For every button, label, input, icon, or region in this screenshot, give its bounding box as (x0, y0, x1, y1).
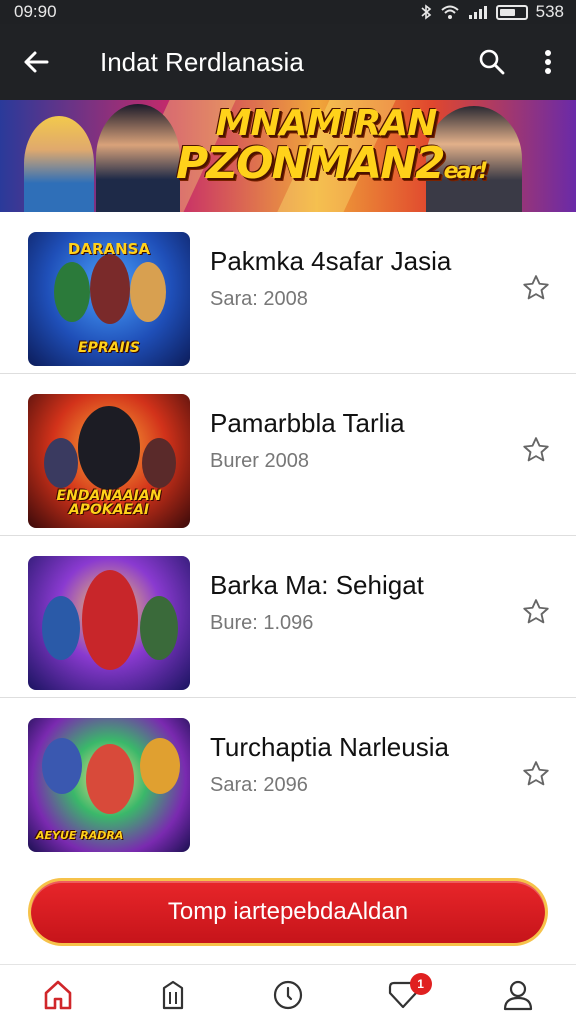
game-subtitle: Burer 2008 (210, 450, 309, 472)
more-button[interactable] (520, 24, 576, 100)
bluetooth-icon (421, 4, 431, 20)
game-subtitle: Sara: 2008 (210, 288, 308, 310)
game-title: Pamarbbla Tarlia (210, 408, 405, 438)
favorite-button[interactable] (518, 594, 554, 630)
arrow-left-icon (24, 51, 49, 73)
game-subtitle: Bure: 1.096 (210, 612, 314, 634)
search-icon (479, 49, 505, 75)
banner-title: MNAMIRAN PZONMAN2ear! (176, 103, 488, 186)
star-icon (523, 761, 549, 786)
thumb-hero (54, 262, 90, 322)
thumb-hero (140, 596, 178, 660)
thumb-hero (90, 254, 130, 324)
thumb-hero (44, 438, 78, 488)
status-icons: 538 (420, 2, 564, 22)
search-button[interactable] (464, 24, 520, 100)
home-icon (44, 980, 71, 1009)
screen: 09:90 538 Indat Rerdlanasia MNAMIRAN PZO… (0, 0, 576, 1024)
favorite-button[interactable] (518, 756, 554, 792)
thumb-hero (142, 438, 176, 488)
banner-hero-dark (96, 104, 180, 212)
page-title: Indat Rerdlanasia (100, 46, 304, 77)
banner-hero-blonde (24, 116, 94, 212)
library-icon (162, 980, 183, 1009)
wifi-icon (440, 5, 459, 19)
game-subtitle: Sara: 2096 (210, 774, 308, 796)
star-icon (523, 437, 549, 462)
battery-text: 538 (535, 2, 564, 21)
banner-line2: PZONMAN2ear! (176, 142, 488, 186)
cta-border: Tomp iartepebdaAldan (28, 878, 548, 946)
status-time: 09:90 (14, 2, 57, 21)
nav-item-profile[interactable] (461, 965, 576, 1024)
favorite-button[interactable] (518, 432, 554, 468)
thumb-top-text: DARANSA (67, 240, 151, 258)
nav-item-home[interactable] (0, 965, 115, 1024)
compass-icon (273, 980, 303, 1009)
notification-badge: 1 (409, 973, 432, 995)
list-item[interactable]: DARANSA EPRAIIS Pakmka 4safar Jasia Sara… (0, 212, 576, 374)
game-title: Barka Ma: Sehigat (210, 570, 424, 600)
thumb-hero (140, 738, 180, 794)
thumb-caption: AEYUE RADRA (36, 829, 124, 843)
list-item[interactable]: AEYUE RADRA Turchaptia Narleusia Sara: 2… (0, 698, 576, 860)
game-thumbnail: ENDANAAIAN APOKAEAI (28, 394, 190, 528)
thumb-hero (86, 744, 134, 814)
battery-icon (495, 4, 528, 20)
battery-fill (499, 8, 516, 16)
banner-line2-text: PZONMAN2 (176, 138, 446, 189)
status-bar: 09:90 538 (0, 0, 576, 24)
more-vertical-icon (545, 50, 551, 74)
promo-banner[interactable]: MNAMIRAN PZONMAN2ear! (0, 100, 576, 212)
game-list: DARANSA EPRAIIS Pakmka 4safar Jasia Sara… (0, 212, 576, 860)
star-icon (523, 275, 549, 300)
thumb-hero (82, 570, 138, 670)
signal-icon (468, 6, 487, 19)
star-icon (523, 599, 549, 624)
thumb-hero (130, 262, 166, 322)
thumb-hero (42, 738, 82, 794)
nav-item-favorites[interactable]: 1 (346, 965, 461, 1024)
profile-icon (504, 980, 533, 1010)
list-item[interactable]: ENDANAAIAN APOKAEAI Pamarbbla Tarlia Bur… (0, 374, 576, 536)
app-bar: Indat Rerdlanasia (0, 24, 576, 100)
game-title: Pakmka 4safar Jasia (210, 246, 452, 276)
thumb-caption: ENDANAAIAN APOKAEAI (56, 487, 162, 519)
banner-line1: MNAMIRAN (215, 103, 438, 144)
banner-tag: ear! (443, 159, 489, 184)
game-title: Turchaptia Narleusia (210, 732, 449, 762)
bottom-nav: 1 (0, 964, 576, 1024)
favorite-button[interactable] (518, 270, 554, 306)
thumb-hero (78, 406, 140, 490)
nav-item-library[interactable] (115, 965, 230, 1024)
back-button[interactable] (0, 24, 72, 100)
thumb-caption: EPRAIIS (78, 340, 140, 357)
primary-cta-button[interactable]: Tomp iartepebdaAldan (31, 881, 545, 943)
game-thumbnail (28, 556, 190, 690)
game-thumbnail: DARANSA EPRAIIS (28, 232, 190, 366)
list-item[interactable]: Barka Ma: Sehigat Bure: 1.096 (0, 536, 576, 698)
game-thumbnail: AEYUE RADRA (28, 718, 190, 852)
nav-item-explore[interactable] (230, 965, 345, 1024)
thumb-hero (42, 596, 80, 660)
